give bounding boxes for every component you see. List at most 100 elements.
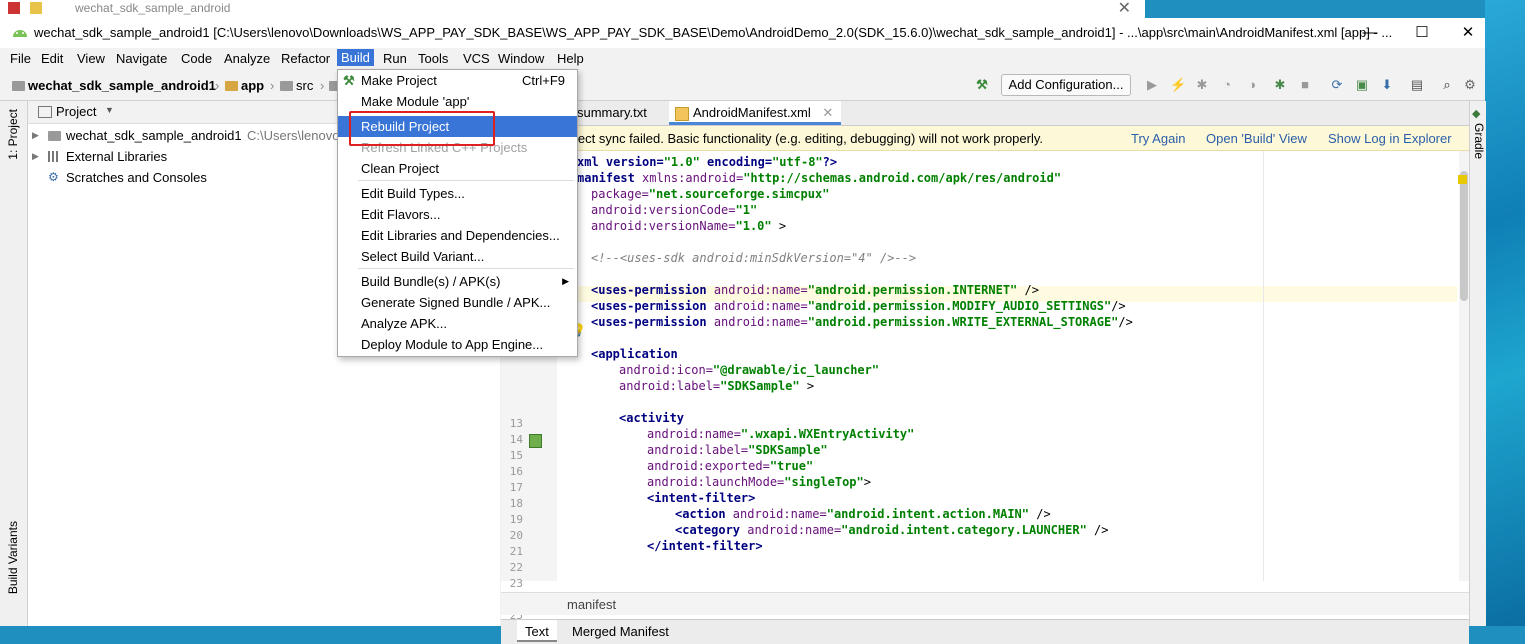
ide-window: wechat_sdk_sample_android1 [C:\Users\len… (0, 18, 1486, 644)
tab-project[interactable]: 1: Project (6, 109, 20, 160)
breadcrumb-manifest[interactable]: manifest (567, 597, 616, 612)
search-icon[interactable]: ⌕ (1440, 78, 1454, 92)
android-icon (13, 30, 27, 37)
xml-file-icon (675, 107, 689, 121)
menu-item-deploy-app-engine[interactable]: Deploy Module to App Engine... (338, 334, 577, 355)
menu-tools[interactable]: Tools (418, 51, 448, 66)
menu-file[interactable]: File (10, 51, 31, 66)
window-icon (38, 106, 52, 118)
project-view-selector[interactable]: Project (56, 104, 96, 119)
menu-item-select-build-variant[interactable]: Select Build Variant... (338, 246, 577, 267)
close-tab-icon[interactable]: ✕ (822, 105, 833, 120)
menu-item-generate-signed[interactable]: Generate Signed Bundle / APK... (338, 292, 577, 313)
submenu-arrow-icon: ▶ (562, 276, 569, 286)
menu-item-build-bundle-apk[interactable]: Build Bundle(s) / APK(s) ▶ (338, 271, 577, 292)
menu-item-edit-flavors[interactable]: Edit Flavors... (338, 204, 577, 225)
tab-text[interactable]: Text (517, 620, 557, 642)
tab-androidmanifest-xml[interactable]: AndroidManifest.xml ✕ (669, 101, 842, 125)
breadcrumb-separator: › (320, 78, 325, 93)
chevron-down-icon[interactable]: ▼ (105, 105, 114, 115)
folder-icon (12, 81, 25, 91)
profile-icon[interactable]: ◔ (1220, 78, 1234, 92)
try-again-link[interactable]: Try Again (1131, 131, 1185, 146)
menu-navigate[interactable]: Navigate (116, 51, 167, 66)
add-configuration-button[interactable]: Add Configuration... (1001, 74, 1131, 96)
menu-view[interactable]: View (77, 51, 105, 66)
menu-help[interactable]: Help (557, 51, 584, 66)
menu-item-edit-libraries[interactable]: Edit Libraries and Dependencies... (338, 225, 577, 246)
warning-status-icon[interactable] (1458, 175, 1467, 184)
menu-refactor[interactable]: Refactor (281, 51, 330, 66)
avd-manager-icon[interactable]: ▣ (1355, 78, 1369, 92)
menu-window[interactable]: Window (498, 51, 544, 66)
stop-icon[interactable]: ■ (1298, 78, 1312, 92)
apply-changes-icon[interactable]: ⚡ (1170, 78, 1186, 92)
tree-item-path: C:\Users\lenovo (247, 128, 340, 143)
attach-debugger-icon[interactable]: ✱ (1273, 78, 1287, 92)
chevron-right-icon[interactable]: ▶ (32, 130, 39, 141)
code-view[interactable]: xml version="1.0" encoding="utf-8"?> man… (557, 151, 1469, 581)
tab-gradle[interactable]: Gradle (1472, 123, 1486, 159)
settings-icon[interactable]: ⚙ (1463, 78, 1477, 92)
maximize-button[interactable]: ☐ (1399, 18, 1445, 48)
tab-summary-txt[interactable]: summary.txt (569, 101, 655, 125)
sdk-manager-icon[interactable]: ⬇ (1380, 78, 1394, 92)
library-icon (48, 151, 60, 162)
shortcut-label: Ctrl+F9 (522, 73, 565, 88)
breadcrumb-src[interactable]: src (280, 78, 313, 93)
manifest-view-tabs: Text Merged Manifest (501, 619, 1469, 644)
menu-item-analyze-apk[interactable]: Analyze APK... (338, 313, 577, 334)
close-icon[interactable]: ✕ (1118, 0, 1131, 18)
menu-bar: File Edit View Navigate Code Analyze Ref… (0, 48, 1485, 70)
breadcrumb-project[interactable]: wechat_sdk_sample_android1 (12, 78, 216, 93)
menu-vcs[interactable]: VCS (463, 51, 490, 66)
breadcrumb-module[interactable]: app (225, 78, 264, 93)
menu-edit[interactable]: Edit (41, 51, 63, 66)
module-folder-icon (225, 81, 238, 91)
menu-item-make-project[interactable]: ⚒ Make Project Ctrl+F9 (338, 70, 577, 91)
highlight-annotation-box (349, 111, 495, 146)
show-log-link[interactable]: Show Log in Explorer (1328, 131, 1452, 146)
menu-item-edit-build-types[interactable]: Edit Build Types... (338, 183, 577, 204)
scrollbar-thumb[interactable] (1460, 171, 1468, 301)
left-tool-strip: 1: Project Build Variants (0, 101, 28, 626)
folder-icon (48, 131, 61, 141)
run-icon[interactable]: ▶ (1145, 78, 1159, 92)
project-structure-icon[interactable]: ▤ (1410, 78, 1424, 92)
menu-item-make-module[interactable]: Make Module 'app' (338, 91, 577, 112)
editor-scrollbar[interactable] (1459, 151, 1469, 581)
close-button[interactable]: ✕ (1445, 18, 1491, 48)
menu-item-clean-project[interactable]: Clean Project (338, 158, 577, 179)
hammer-icon[interactable]: ⚒ (975, 78, 989, 92)
xml-breadcrumb: manifest (501, 592, 1469, 615)
title-bar: wechat_sdk_sample_android1 [C:\Users\len… (0, 18, 1485, 48)
editor-tabs: summary.txt AndroidManifest.xml ✕ (501, 101, 1469, 126)
menu-analyze[interactable]: Analyze (224, 51, 270, 66)
sync-failed-banner: ject sync failed. Basic functionality (e… (501, 126, 1469, 151)
menu-separator (358, 180, 574, 181)
minimize-button[interactable]: — (1347, 18, 1393, 48)
menu-run[interactable]: Run (383, 51, 407, 66)
image-resource-icon (529, 434, 542, 448)
menu-separator (358, 268, 574, 269)
navigation-bar: wechat_sdk_sample_android1 › app › src ›… (0, 70, 1485, 101)
debug-icon[interactable]: ✱ (1195, 78, 1209, 92)
hammer-icon: ⚒ (343, 73, 355, 88)
right-tool-strip: ◆ Gradle (1469, 101, 1486, 626)
editor-area: summary.txt AndroidManifest.xml ✕ ject s… (501, 101, 1469, 644)
tab-build-variants[interactable]: Build Variants (6, 521, 20, 594)
menu-code[interactable]: Code (181, 51, 212, 66)
coverage-icon[interactable]: ◑ (1245, 78, 1259, 92)
right-margin-guide (1263, 151, 1264, 581)
open-build-view-link[interactable]: Open 'Build' View (1206, 131, 1307, 146)
sync-gradle-icon[interactable]: ⟳ (1330, 78, 1344, 92)
chevron-right-icon[interactable]: ▶ (32, 151, 39, 162)
breadcrumb-separator: › (215, 78, 220, 93)
elephant-icon: ◆ (1472, 108, 1481, 120)
menu-build[interactable]: Build (337, 49, 374, 66)
folder-icon (280, 81, 293, 91)
window-title: wechat_sdk_sample_android1 [C:\Users\len… (34, 25, 1393, 40)
tab-merged-manifest[interactable]: Merged Manifest (564, 620, 677, 644)
background-window[interactable]: wechat_sdk_sample_android ✕ (0, 0, 1145, 19)
desktop-wallpaper (1485, 0, 1525, 626)
